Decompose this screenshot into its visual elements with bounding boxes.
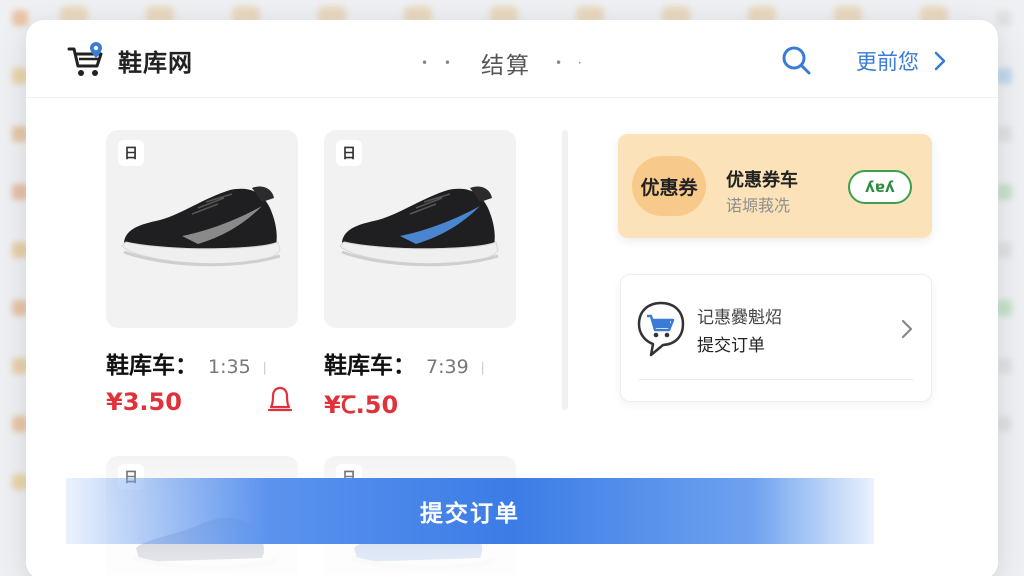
search-icon[interactable] [780, 44, 812, 76]
order-divider [639, 379, 913, 380]
cart-chat-icon [637, 301, 685, 357]
coupon-claim-button[interactable]: ʎɐʎ [848, 170, 912, 204]
coupon-badge: 优惠券 [632, 156, 706, 216]
product-name: 鞋库车： [324, 353, 416, 379]
chevron-right-icon [901, 319, 913, 339]
checkout-modal: 鞋库网 • • 结算 • · 更前您 日 鞋库车： 1:35 ᛁ ¥3.50 日… [26, 20, 998, 576]
product-name-row: 鞋库车： 7:39 ᛁ [324, 346, 516, 380]
order-hint: 记惠爨魁炤 [697, 308, 782, 328]
page-title-group: • • 结算 • · [421, 46, 588, 80]
product-image[interactable]: 日 [324, 130, 516, 328]
product-badge: 日 [336, 140, 362, 166]
product-tick: ᛁ [260, 361, 270, 377]
cart-logo-icon [67, 42, 103, 76]
title-dots-right: • · [554, 56, 588, 70]
modal-header: 鞋库网 • • 结算 • · 更前您 [26, 20, 998, 98]
product-time: 1:35 [208, 356, 251, 378]
order-label: 提交订单 [697, 336, 765, 356]
submit-order-button[interactable]: 提交订单 [66, 478, 874, 544]
product-name-row: 鞋库车： 1:35 ᛁ [106, 346, 298, 380]
chevron-right-icon [934, 51, 946, 71]
submit-order-card[interactable]: 记惠爨魁炤 提交订单 [620, 274, 932, 402]
coupon-card[interactable]: 优惠券 优惠券车 诺塬莪冼 ʎɐʎ [618, 134, 932, 238]
bell-icon[interactable] [266, 385, 294, 415]
product-image[interactable]: 日 [106, 130, 298, 328]
product-time: 7:39 [426, 356, 469, 378]
product-name: 鞋库车： [106, 353, 198, 379]
submit-order-label: 提交订单 [420, 501, 520, 527]
product-card[interactable]: 日 鞋库车： 1:35 ᛁ ¥3.50 [106, 130, 298, 416]
logo-text: 鞋库网 [118, 48, 193, 77]
coupon-title: 优惠券车 [726, 170, 798, 191]
product-card[interactable]: 日 鞋库车： 7:39 ᛁ ¥Ꞇ.50 [324, 130, 516, 421]
product-price: ¥Ꞇ.50 [324, 391, 399, 419]
more-label: 更前您 [856, 50, 919, 74]
coupon-subtitle: 诺塬莪冼 [726, 196, 791, 215]
title-dots-left: • • [421, 56, 457, 70]
sneaker-image [339, 186, 499, 267]
page-title: 结算 [480, 53, 531, 79]
column-divider [562, 130, 568, 410]
background-right-column [996, 10, 1016, 474]
product-badge: 日 [118, 140, 144, 166]
more-link[interactable]: 更前您 [856, 46, 947, 76]
product-tick: ᛁ [478, 361, 488, 377]
sneaker-image [121, 186, 281, 267]
logo[interactable]: 鞋库网 [66, 40, 193, 80]
